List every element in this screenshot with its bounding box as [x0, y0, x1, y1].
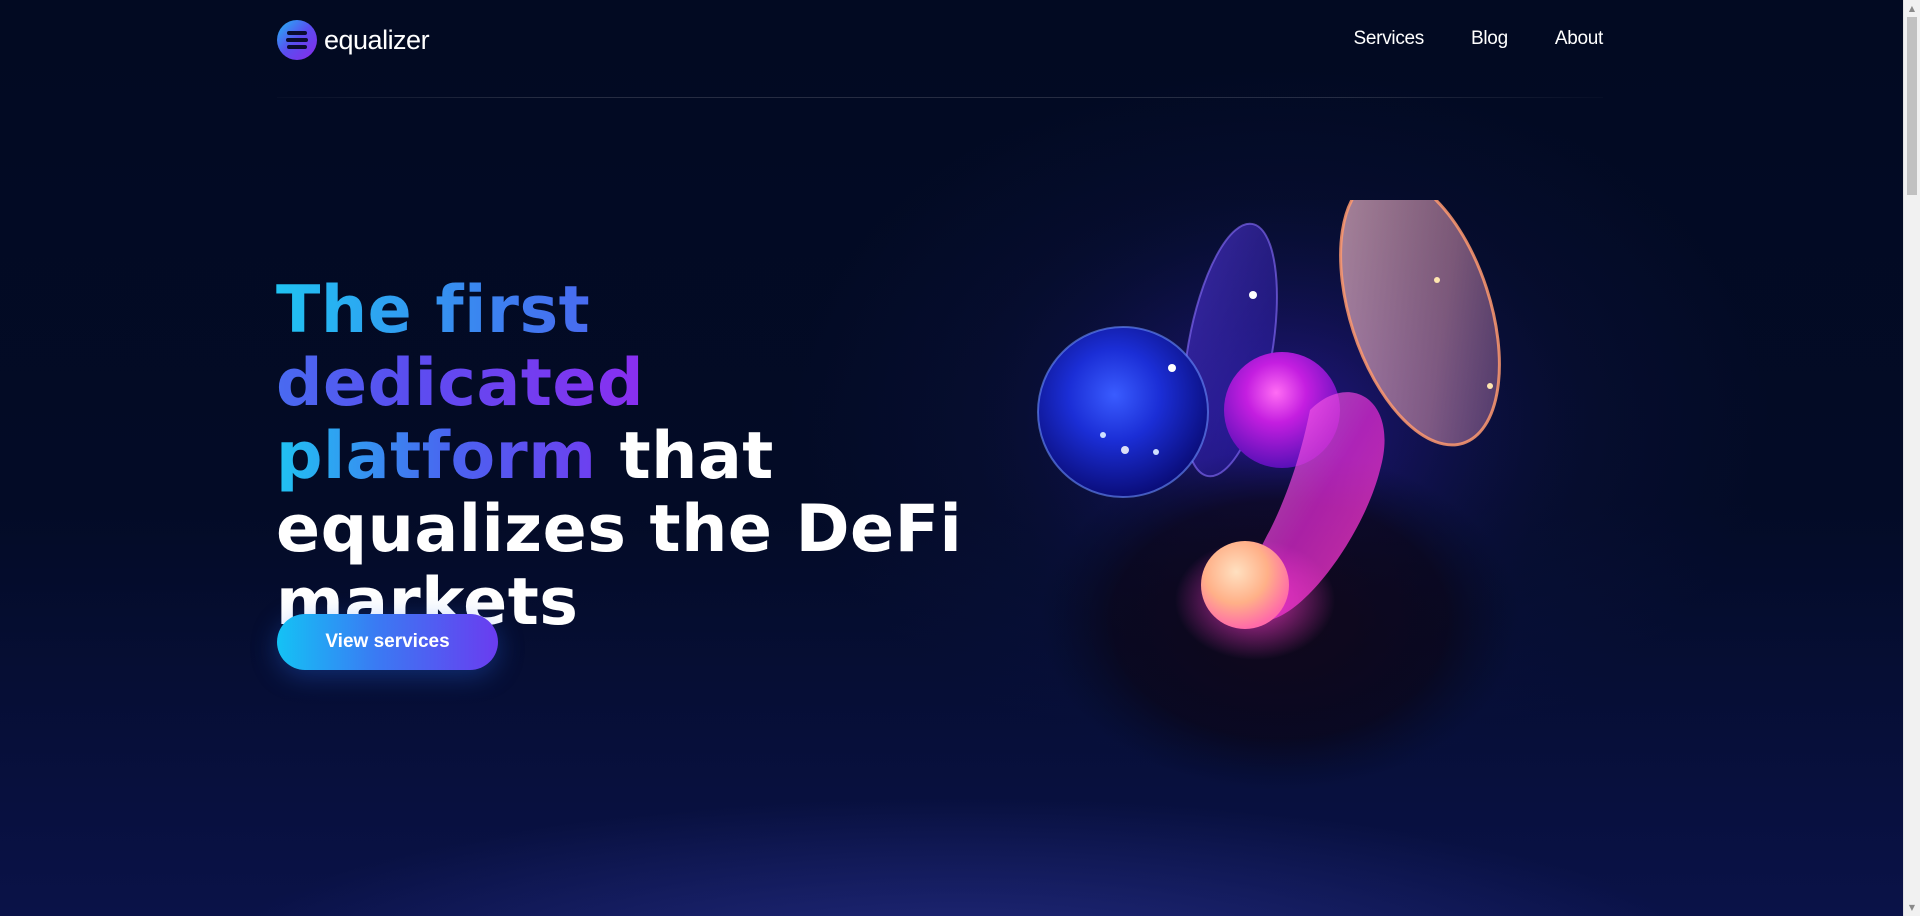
main-nav: Services Blog About — [1354, 28, 1604, 50]
nav-item-services[interactable]: Services — [1354, 28, 1425, 50]
nav-item-blog[interactable]: Blog — [1471, 28, 1508, 50]
view-services-button[interactable]: View services — [277, 614, 498, 670]
headline-gradient-word: platform — [276, 419, 597, 494]
headline-text-2: equalizes the DeFi — [276, 492, 963, 567]
brand-name: equalizer — [324, 24, 430, 55]
hero-headline: The first dedicated platform that equalize… — [276, 274, 976, 639]
hero-illustration — [980, 200, 1620, 790]
nav-item-about[interactable]: About — [1555, 28, 1603, 50]
scrollbar-thumb[interactable] — [1907, 17, 1917, 195]
vertical-scrollbar[interactable]: ▲ ▼ — [1903, 0, 1920, 916]
scroll-up-arrow-icon[interactable]: ▲ — [1904, 0, 1920, 17]
site-header: equalizer Services Blog About — [277, 0, 1603, 98]
header-divider — [277, 97, 1603, 98]
scroll-down-arrow-icon[interactable]: ▼ — [1904, 899, 1920, 916]
headline-text-1: that — [596, 419, 774, 494]
brand-logo-link[interactable]: equalizer — [277, 20, 430, 60]
equalizer-logo-icon — [277, 20, 317, 60]
headline-gradient-line: The first dedicated — [276, 273, 644, 421]
page: equalizer Services Blog About The first … — [0, 0, 1920, 916]
